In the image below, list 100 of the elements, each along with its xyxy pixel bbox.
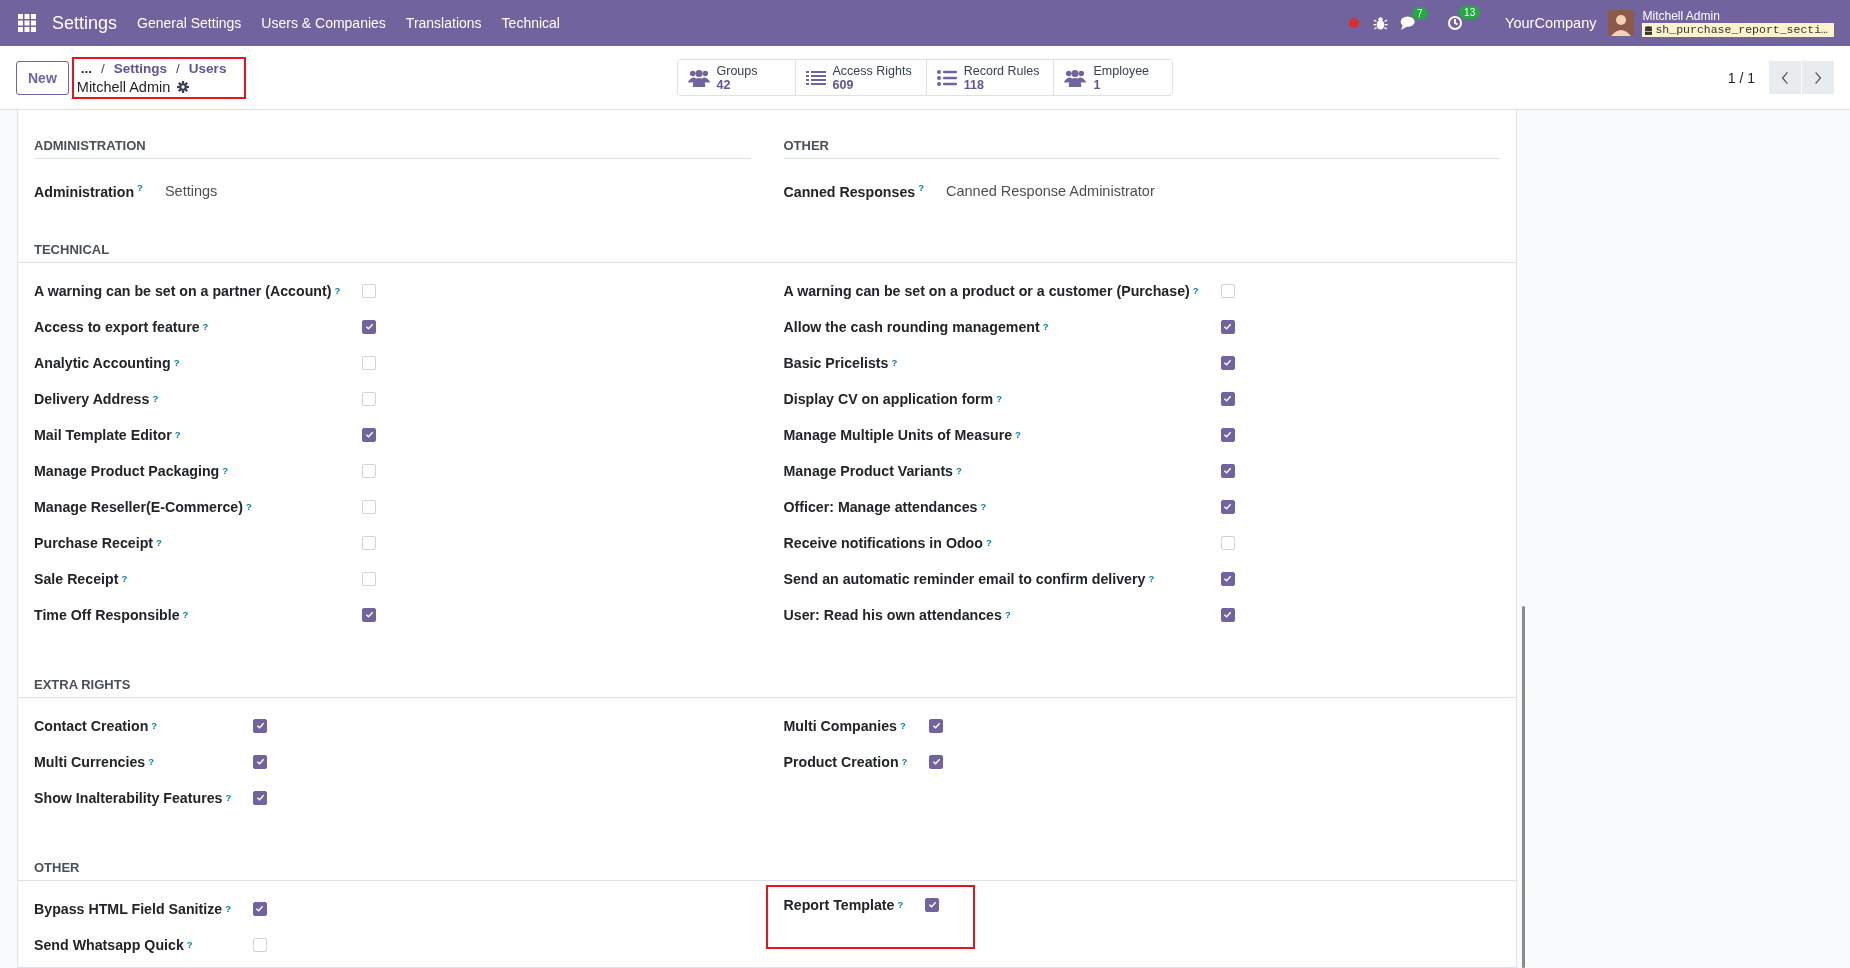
breadcrumb-more-button[interactable]: ... bbox=[80, 60, 93, 76]
help-tooltip-mark[interactable]: ? bbox=[225, 903, 231, 915]
scrollbar-thumb[interactable] bbox=[1522, 606, 1525, 968]
help-tooltip-mark[interactable]: ? bbox=[334, 285, 341, 297]
checkbox[interactable] bbox=[925, 897, 940, 912]
help-tooltip-mark[interactable]: ? bbox=[151, 720, 158, 732]
checkbox[interactable] bbox=[1220, 391, 1235, 406]
help-tooltip-mark[interactable]: ? bbox=[173, 357, 180, 369]
company-switcher[interactable]: YourCompany bbox=[1505, 15, 1597, 31]
checkbox[interactable] bbox=[253, 901, 267, 916]
help-tooltip-mark[interactable]: ? bbox=[245, 501, 252, 513]
help-tooltip-mark[interactable]: ? bbox=[148, 756, 154, 768]
help-tooltip-mark[interactable]: ? bbox=[121, 573, 128, 585]
help-tooltip-mark[interactable]: ? bbox=[1148, 573, 1155, 585]
help-tooltip-mark[interactable]: ? bbox=[918, 182, 924, 193]
breadcrumb-link[interactable]: Users bbox=[188, 60, 227, 76]
field-value[interactable]: Canned Response Administrator bbox=[946, 182, 1500, 199]
help-tooltip-mark[interactable]: ? bbox=[202, 321, 209, 333]
menu-item[interactable]: Users & Companies bbox=[261, 15, 386, 31]
field-label: Report Template bbox=[783, 896, 895, 913]
app-title[interactable]: Settings bbox=[52, 12, 118, 34]
field-label: Basic Pricelists bbox=[783, 354, 889, 371]
field-value[interactable]: Settings bbox=[164, 182, 751, 199]
field-label: Analytic Accounting bbox=[34, 354, 171, 371]
checkbox[interactable] bbox=[1220, 499, 1235, 514]
apps-grid-icon[interactable] bbox=[18, 14, 36, 32]
smart-button[interactable]: Groups 42 bbox=[677, 60, 796, 95]
help-tooltip-mark[interactable]: ? bbox=[182, 609, 189, 621]
breadcrumb-link[interactable]: Settings bbox=[113, 60, 168, 76]
help-tooltip-mark[interactable]: ? bbox=[956, 465, 962, 477]
field-label: Manage Multiple Units of Measure bbox=[783, 426, 1013, 443]
checkbox[interactable] bbox=[1220, 607, 1235, 622]
gear-icon[interactable] bbox=[177, 80, 190, 93]
checkbox[interactable] bbox=[1220, 463, 1235, 478]
field-label: Product Creation bbox=[783, 753, 899, 770]
check-icon bbox=[364, 322, 374, 332]
field-label: Multi Currencies bbox=[34, 753, 146, 770]
checkbox[interactable] bbox=[929, 718, 944, 733]
message-count-badge: 7 bbox=[1412, 6, 1428, 20]
help-tooltip-mark[interactable]: ? bbox=[1004, 609, 1011, 621]
bullet-list-icon bbox=[936, 70, 957, 86]
help-tooltip-mark[interactable]: ? bbox=[225, 792, 232, 804]
pager-counter[interactable]: 1 / 1 bbox=[1727, 69, 1755, 86]
help-tooltip-mark[interactable]: ? bbox=[156, 537, 162, 549]
recording-dot-icon[interactable] bbox=[1349, 18, 1360, 28]
check-icon bbox=[255, 904, 265, 914]
check-icon bbox=[931, 721, 941, 731]
check-icon bbox=[927, 900, 937, 910]
checkbox[interactable] bbox=[1220, 355, 1235, 370]
field-label: Contact Creation bbox=[34, 717, 149, 734]
people-icon bbox=[687, 69, 710, 87]
checkbox[interactable] bbox=[1220, 427, 1235, 442]
help-tooltip-mark[interactable]: ? bbox=[996, 393, 1002, 405]
help-tooltip-mark[interactable]: ? bbox=[1192, 285, 1199, 297]
field-label: Officer: Manage attendances bbox=[783, 498, 978, 515]
field-label: Send Whatsapp Quick bbox=[34, 936, 184, 953]
checkbox[interactable] bbox=[253, 718, 268, 733]
check-icon bbox=[255, 721, 265, 731]
help-tooltip-mark[interactable]: ? bbox=[891, 357, 898, 369]
checkbox[interactable] bbox=[253, 754, 268, 769]
checkbox[interactable] bbox=[1220, 319, 1235, 334]
checkbox[interactable] bbox=[253, 790, 268, 805]
menu-item[interactable]: Technical bbox=[501, 15, 560, 31]
breadcrumb-separator: / bbox=[176, 60, 180, 76]
help-tooltip-mark[interactable]: ? bbox=[222, 465, 229, 477]
section-title: ADMINISTRATION bbox=[34, 138, 751, 159]
checkbox[interactable] bbox=[1220, 571, 1235, 586]
database-label: sh_purchase_report_secti… bbox=[1655, 23, 1828, 37]
help-tooltip-mark[interactable]: ? bbox=[980, 501, 987, 513]
checkbox[interactable] bbox=[362, 319, 377, 334]
bug-icon[interactable] bbox=[1373, 15, 1389, 31]
help-tooltip-mark[interactable]: ? bbox=[152, 393, 159, 405]
field-label: Time Off Responsible bbox=[34, 606, 180, 623]
user-name[interactable]: Mitchell Admin bbox=[1642, 9, 1834, 23]
menu-item[interactable]: Translations bbox=[405, 15, 482, 31]
field-label: Access to export feature bbox=[34, 318, 200, 335]
field-label: Manage Reseller(E-Commerce) bbox=[34, 498, 243, 515]
menu-item[interactable]: General Settings bbox=[137, 15, 242, 31]
help-tooltip-mark[interactable]: ? bbox=[1015, 429, 1021, 441]
chevron-right-icon bbox=[1814, 70, 1822, 85]
clock-icon[interactable] bbox=[1447, 15, 1464, 31]
avatar-icon[interactable] bbox=[1608, 10, 1635, 36]
help-tooltip-mark[interactable]: ? bbox=[137, 182, 143, 193]
help-tooltip-mark[interactable]: ? bbox=[900, 720, 906, 732]
field-label: A warning can be set on a product or a customer (Purchase) bbox=[783, 282, 1190, 299]
check-icon bbox=[1223, 610, 1233, 620]
new-button[interactable]: New bbox=[16, 60, 69, 95]
check-icon bbox=[931, 757, 941, 767]
help-tooltip-mark[interactable]: ? bbox=[897, 899, 904, 911]
help-tooltip-mark[interactable]: ? bbox=[901, 756, 908, 768]
help-tooltip-mark[interactable]: ? bbox=[174, 429, 181, 441]
help-tooltip-mark[interactable]: ? bbox=[1042, 321, 1049, 333]
checkbox[interactable] bbox=[362, 607, 377, 622]
help-tooltip-mark[interactable]: ? bbox=[985, 537, 992, 549]
help-tooltip-mark[interactable]: ? bbox=[186, 939, 193, 951]
field-label: Receive notifications in Odoo bbox=[783, 534, 983, 551]
record-title: Mitchell Admin bbox=[76, 78, 171, 95]
check-icon bbox=[1223, 574, 1233, 584]
checkbox[interactable] bbox=[362, 427, 377, 442]
checkbox[interactable] bbox=[929, 754, 944, 769]
